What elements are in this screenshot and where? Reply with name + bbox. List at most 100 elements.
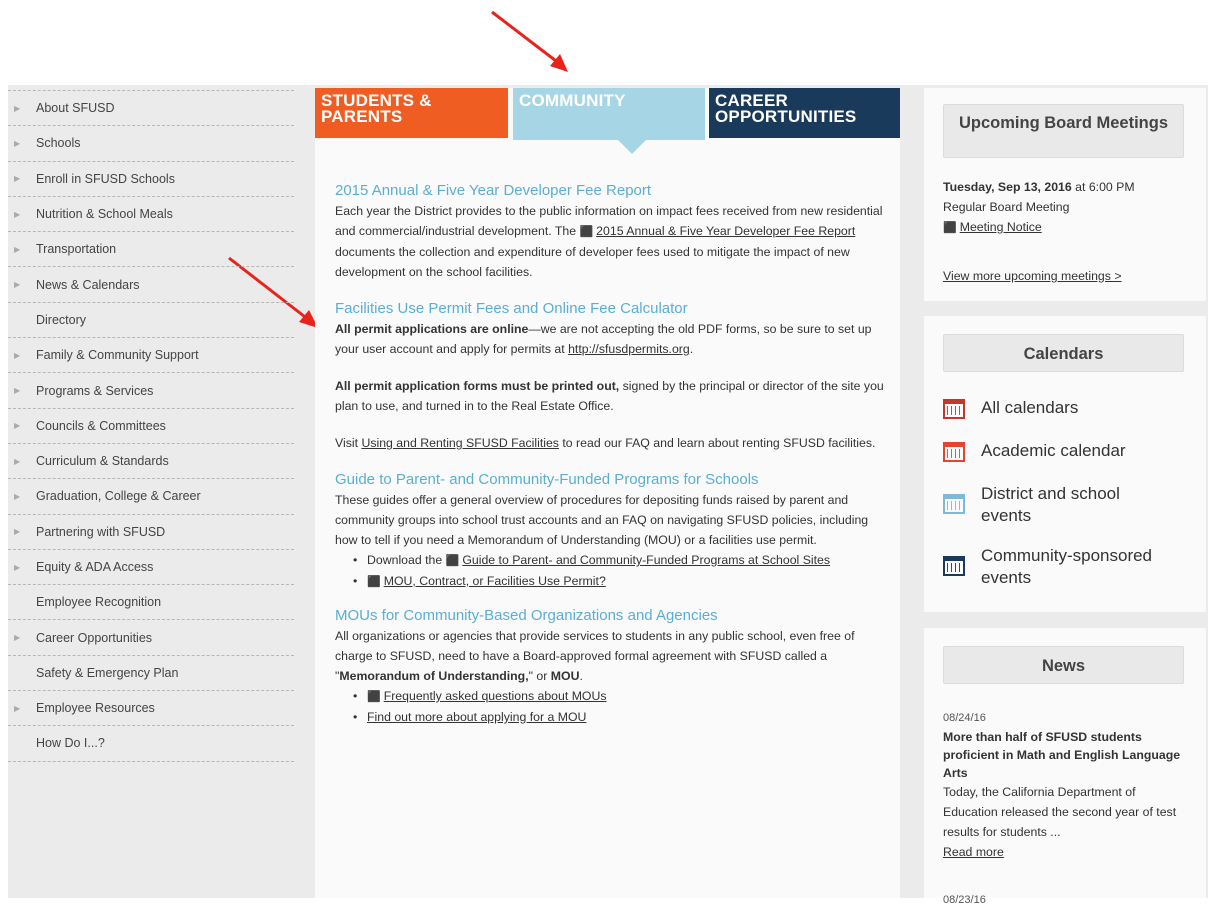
sidebar-item-label: Career Opportunities [36,630,153,645]
news-item-next: 08/23/16 [943,890,1191,910]
calendar-link-district-school[interactable]: District and school events [943,483,1163,527]
sidebar-item-family-community-support[interactable]: ▶ Family & Community Support [8,338,294,374]
parent-funded-guide-heading[interactable]: Guide to Parent- and Community-Funded Pr… [335,470,885,490]
view-more-meetings-link[interactable]: View more upcoming meetings > [943,269,1122,283]
calendar-link-academic[interactable]: Academic calendar [943,440,1203,462]
permits-online-bold: All permit applications are online [335,322,529,336]
mou-faq-link[interactable]: Frequently asked questions about MOUs [384,689,607,703]
chevron-right-icon: ▶ [14,103,21,113]
list-item: ⬛Frequently asked questions about MOUs [353,686,885,707]
apply-mou-link[interactable]: Find out more about applying for a MOU [367,710,586,724]
sidebar-item-label: Councils & Committees [36,418,166,433]
news-summary: Today, the California Department of Educ… [943,785,1177,839]
list-item: Find out more about applying for a MOU [353,707,885,727]
chevron-right-icon: ▶ [14,456,21,466]
news-headline[interactable]: More than half of SFUSD students profici… [943,728,1191,782]
faq-text: to read our FAQ and learn about renting … [558,436,876,450]
parent-funded-guide-link[interactable]: Guide to Parent- and Community-Funded Pr… [462,553,830,567]
sidebar-item-employee-recognition[interactable]: ▶Employee Recognition [8,585,294,621]
mou-text-2: " or [528,669,551,683]
tab-career-opportunities[interactable]: CAREER OPPORTUNITIES [709,88,900,138]
sidebar-item-enroll-in-sfusd-schools[interactable]: ▶ Enroll in SFUSD Schools [8,162,294,197]
news-panel: News 08/24/16 More than half of SFUSD st… [924,628,1206,906]
community-content: 2015 Annual & Five Year Developer Fee Re… [335,181,885,727]
nav-list: ▶ About SFUSD ▶ Schools ▶ Enroll in SFUSD Sch… [8,90,294,762]
chevron-right-icon: ▶ [14,703,21,713]
annotation-arrow-top [491,10,568,72]
sidebar-item-councils-committees[interactable]: ▶ Councils & Committees [8,409,294,444]
sidebar-item-how-do-i[interactable]: ▶How Do I...? [8,726,294,762]
mou-bold-2: MOU [550,669,580,683]
sidebar-item-employee-resources[interactable]: ▶ Employee Resources [8,691,294,727]
tab-career-line2: OPPORTUNITIES [715,107,857,126]
read-more-link[interactable]: Read more [943,845,1004,859]
chevron-right-icon: ▶ [14,174,21,184]
sidebar-item-transportation[interactable]: ▶ Transportation [8,232,294,268]
pdf-icon: ⬛ [943,222,957,234]
sidebar-item-label: Programs & Services [36,383,154,398]
forms-printed-bold: All permit application forms must be pri… [335,379,620,393]
tab-students-parents[interactable]: STUDENTS & PARENTS [315,88,508,138]
pdf-icon: ⬛ [579,226,594,238]
meeting-notice-link[interactable]: Meeting Notice [960,220,1042,234]
developer-fee-report-heading[interactable]: 2015 Annual & Five Year Developer Fee Re… [335,181,885,201]
chevron-right-icon: ▶ [14,562,21,572]
sidebar-item-label: Employee Resources [36,701,155,716]
calendar-link-all[interactable]: All calendars [943,397,1203,419]
calendar-icon [943,494,965,514]
sidebar-item-schools[interactable]: ▶ Schools [8,126,294,162]
chevron-right-icon: ▶ [14,244,21,254]
mou-organizations-heading[interactable]: MOUs for Community-Based Organizations a… [335,606,885,626]
active-tab-pointer [618,140,646,154]
sidebar-item-about-sfusd[interactable]: ▶ About SFUSD [8,91,294,127]
sidebar-item-curriculum-standards[interactable]: ▶ Curriculum & Standards [8,444,294,480]
sidebar-item-nutrition-school-meals[interactable]: ▶ Nutrition & School Meals [8,197,294,233]
sidebar-item-label: Family & Community Support [36,348,199,363]
sidebar-item-news-calendars[interactable]: ▶ News & Calendars [8,267,294,303]
pdf-icon: ⬛ [367,691,381,703]
board-meetings-heading: Upcoming Board Meetings [943,104,1184,158]
sidebar-item-equity-ada-access[interactable]: ▶ Equity & ADA Access [8,550,294,586]
sidebar-item-safety-emergency-plan[interactable]: ▶Safety & Emergency Plan [8,656,294,692]
guide-downloads-list: Download the ⬛Guide to Parent- and Commu… [335,550,885,592]
renting-facilities-text: Visit Using and Renting SFUSD Facilities… [335,433,885,453]
mou-links-list: ⬛Frequently asked questions about MOUs F… [335,686,885,727]
chevron-right-icon: ▶ [14,527,21,537]
download-prefix: Download the [367,553,446,567]
tab-community[interactable]: COMMUNITY [513,88,705,140]
audience-tabs: STUDENTS & PARENTS COMMUNITY CAREER OPPO… [315,88,900,140]
sidebar-item-career-opportunities[interactable]: ▶ Career Opportunities [8,620,294,656]
calendar-link-community-sponsored[interactable]: Community-sponsored events [943,545,1183,589]
list-item: Download the ⬛Guide to Parent- and Commu… [353,550,885,571]
chevron-right-icon: ▶ [14,280,21,290]
sidebar-item-directory[interactable]: ▶Directory [8,303,294,339]
tab-community-label: COMMUNITY [519,91,626,110]
tab-students-line2: PARENTS [321,107,403,126]
developer-fee-report-link[interactable]: 2015 Annual & Five Year Developer Fee Re… [596,224,855,238]
sidebar-item-label: Schools [36,136,81,151]
chevron-right-icon: ▶ [14,209,21,219]
more-meetings-row: View more upcoming meetings > [943,266,1191,286]
using-renting-facilities-link[interactable]: Using and Renting SFUSD Facilities [361,436,559,450]
sidebar-item-label: About SFUSD [36,101,115,116]
forms-printed-text: All permit application forms must be pri… [335,376,885,416]
sidebar-item-label: Directory [36,312,87,327]
mou-bold-1: Memorandum of Understanding, [339,669,529,683]
sidebar-item-programs-services[interactable]: ▶ Programs & Services [8,373,294,409]
calendar-label: All calendars [981,398,1079,417]
mou-contract-permit-link[interactable]: MOU, Contract, or Facilities Use Permit? [384,574,606,588]
sfusd-permits-link[interactable]: http://sfusdpermits.org [568,342,690,356]
sidebar-item-label: Partnering with SFUSD [36,524,166,539]
sidebar-item-partnering-with-sfusd[interactable]: ▶ Partnering with SFUSD [8,515,294,550]
main-content-panel: STUDENTS & PARENTS COMMUNITY CAREER OPPO… [315,88,900,898]
sidebar-item-graduation-college-career[interactable]: ▶ Graduation, College & Career [8,479,294,515]
meeting-time: at 6:00 PM [1071,180,1135,194]
permits-online-text: All permit applications are online—we ar… [335,319,885,359]
news-date: 08/23/16 [943,894,986,906]
visit-text: Visit [335,436,362,450]
facilities-use-heading[interactable]: Facilities Use Permit Fees and Online Fe… [335,299,885,319]
